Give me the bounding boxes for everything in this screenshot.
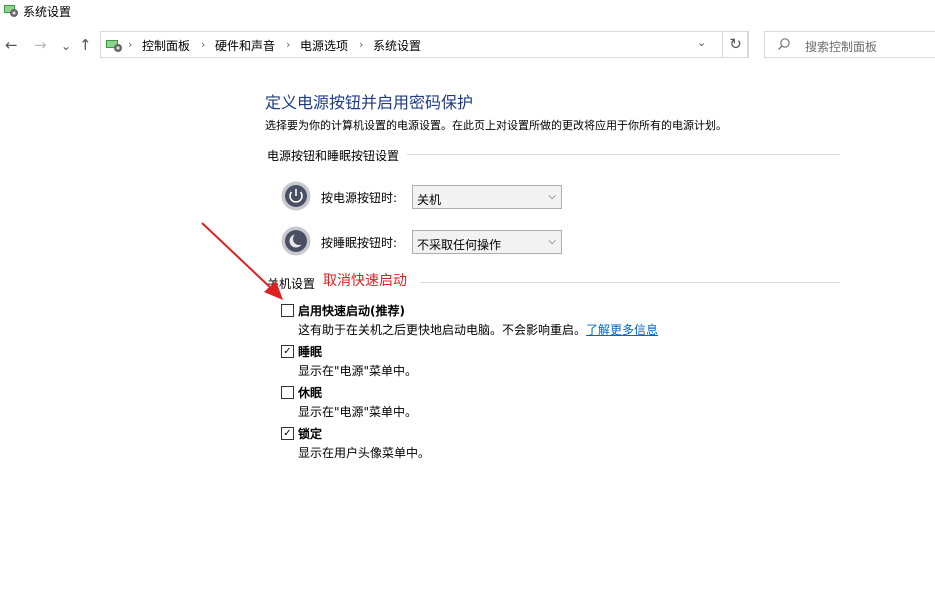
power-button-action-select[interactable]: 关机 ⌵: [412, 185, 562, 209]
sleep-option-description: 显示在"电源"菜单中。: [298, 364, 418, 378]
address-bar[interactable]: › 控制面板 › 硬件和声音 › 电源选项 › 系统设置 ⌄: [100, 31, 748, 58]
breadcrumb-separator[interactable]: ›: [286, 38, 290, 51]
window-title: 系统设置: [23, 5, 72, 19]
page-title: 定义电源按钮并启用密码保护: [265, 93, 474, 112]
annotation-text: 取消快速启动: [323, 273, 407, 289]
fast-startup-description: 这有助于在关机之后更快地启动电脑。不会影响重启。了解更多信息: [298, 321, 658, 338]
breadcrumb-separator: ›: [128, 38, 133, 51]
back-button[interactable]: ←: [5, 35, 18, 55]
search-placeholder: 搜索控制面板: [805, 40, 878, 54]
hibernate-option-description: 显示在"电源"菜单中。: [298, 405, 418, 419]
sleep-button-action-select[interactable]: 不采取任何操作 ⌵: [412, 230, 562, 254]
page-description: 选择要为你的计算机设置的电源设置。在此页上对设置所做的更改将应用于你所有的电源计…: [265, 119, 727, 132]
forward-button[interactable]: →: [34, 35, 47, 55]
power-button-label: 按电源按钮时:: [321, 191, 398, 205]
annotation-arrow-icon: [201, 222, 283, 300]
lock-checkbox[interactable]: ✓: [281, 427, 294, 440]
chevron-down-icon: ⌵: [548, 236, 556, 247]
lock-option-description: 显示在用户头像菜单中。: [298, 446, 431, 460]
sleep-option-label[interactable]: 睡眠: [298, 343, 322, 360]
lock-option-label[interactable]: 锁定: [298, 425, 322, 442]
breadcrumb-separator[interactable]: ›: [359, 38, 363, 51]
chevron-down-icon: ⌵: [548, 191, 556, 202]
section-divider: [420, 282, 840, 283]
search-box[interactable]: 搜索控制面板: [764, 31, 935, 58]
control-panel-icon: [4, 5, 18, 17]
search-icon: [778, 38, 790, 50]
breadcrumb-item-system-settings: 系统设置: [373, 39, 422, 53]
breadcrumb-item-hardware-sound[interactable]: 硬件和声音: [215, 37, 275, 54]
power-icon: [281, 181, 311, 211]
sleep-button-label: 按睡眠按钮时:: [321, 236, 398, 250]
address-dropdown-icon[interactable]: ⌄: [697, 36, 706, 49]
section-divider: [407, 154, 840, 155]
title-bar: 系统设置: [0, 0, 935, 24]
hibernate-checkbox[interactable]: [281, 386, 294, 399]
recent-locations-button[interactable]: ⌄: [61, 36, 71, 56]
fast-startup-label[interactable]: 启用快速启动(推荐): [298, 302, 405, 319]
hibernate-option-label[interactable]: 休眠: [298, 384, 322, 401]
sleep-button-action-value: 不采取任何操作: [417, 238, 502, 252]
fast-startup-checkbox[interactable]: [281, 304, 294, 317]
breadcrumb-item-power-options[interactable]: 电源选项: [300, 37, 348, 54]
fast-startup-description-text: 这有助于在关机之后更快地启动电脑。不会影响重启。: [298, 323, 587, 337]
refresh-button[interactable]: ↻: [722, 31, 749, 58]
breadcrumb-separator[interactable]: ›: [201, 38, 205, 51]
up-button[interactable]: ↑: [79, 35, 92, 55]
power-section-heading: 电源按钮和睡眠按钮设置: [267, 149, 400, 163]
learn-more-link[interactable]: 了解更多信息: [586, 323, 658, 337]
sleep-checkbox[interactable]: ✓: [281, 345, 294, 358]
power-button-action-value: 关机: [417, 193, 442, 207]
breadcrumb-item-control-panel[interactable]: 控制面板: [142, 37, 190, 54]
control-panel-icon: [106, 40, 122, 52]
